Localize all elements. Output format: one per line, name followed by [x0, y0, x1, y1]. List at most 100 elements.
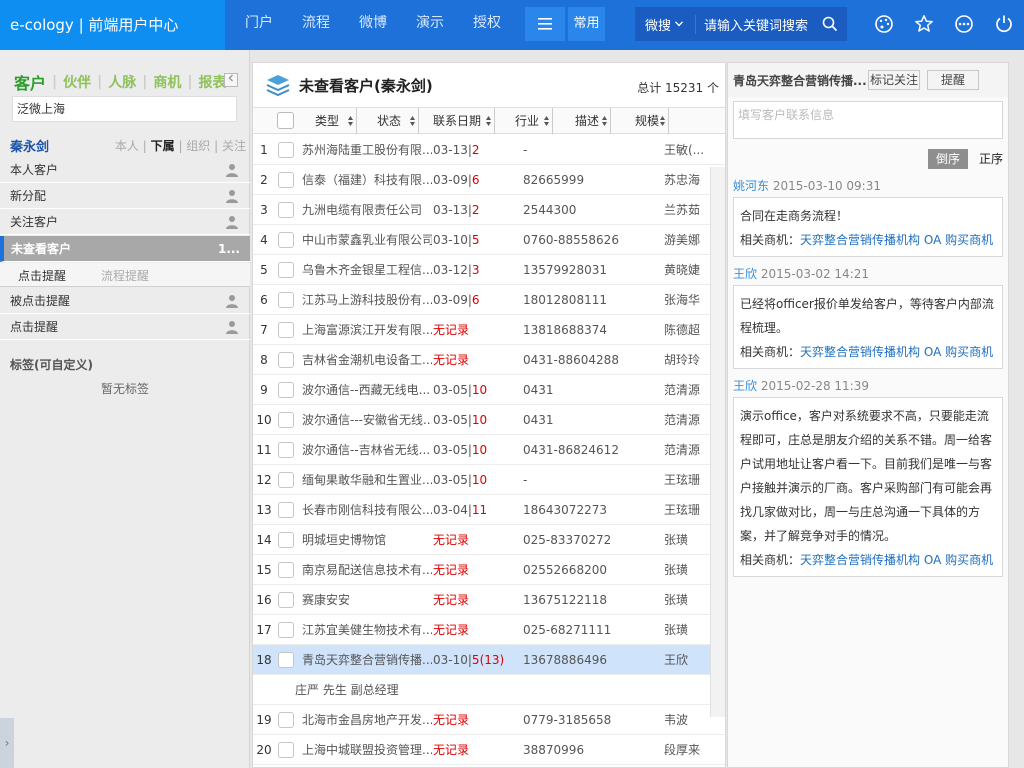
table-row[interactable]: 8 吉林省金潮机电设备工... 无记录 0431-88604288 胡玲玲 [253, 345, 725, 375]
owner[interactable]: 王玹珊 [664, 495, 712, 525]
list-scrollbar[interactable] [710, 167, 725, 717]
nav-workflow[interactable]: 流程 [302, 0, 330, 46]
sidebar-item-my-customers[interactable]: 本人客户 [0, 157, 250, 183]
table-row[interactable]: 18 青岛天弈整合营销传播... 03-10|5(13) 13678886496 王欣 [253, 645, 725, 675]
owner[interactable]: 王玹珊 [664, 465, 712, 495]
customer-name[interactable]: 南京易配送信息技术有... [302, 555, 432, 585]
customer-name[interactable]: 上海富源滨江开发有限... [302, 315, 432, 345]
table-row[interactable]: 20 上海中城联盟投资管理... 无记录 38870996 段厚来 [253, 735, 725, 765]
feed-author[interactable]: 王欣 [733, 379, 757, 393]
more-button[interactable] [952, 12, 976, 36]
col-type[interactable]: 类型 [315, 108, 357, 134]
tab-opportunity[interactable]: 商机 [147, 72, 187, 92]
customer-name[interactable]: 长春市刚信科技有限公... [302, 495, 432, 525]
row-checkbox[interactable] [278, 202, 294, 218]
row-checkbox[interactable] [278, 322, 294, 338]
contact-info-input[interactable]: 填写客户联系信息 [733, 101, 1003, 139]
tab-customer[interactable]: 客户 [14, 70, 52, 94]
row-checkbox[interactable] [278, 712, 294, 728]
sidebar-item-click-remind[interactable]: 点击提醒 [0, 314, 250, 340]
scope-org[interactable]: 组织 [186, 139, 210, 153]
row-checkbox[interactable] [278, 742, 294, 758]
scope-subordinate[interactable]: 下属 [151, 139, 175, 153]
row-checkbox[interactable] [278, 262, 294, 278]
table-row[interactable]: 11 波尔通信--吉林省无线... 03-05|10 0431-86824612 范清源 [253, 435, 725, 465]
row-checkbox[interactable] [278, 622, 294, 638]
owner[interactable]: 胡玲玲 [664, 345, 712, 375]
table-row[interactable]: 12 缅甸果敢华融和生置业... 03-05|10- 王玹珊 [253, 465, 725, 495]
table-row[interactable]: 19 北海市金昌房地产开发... 无记录 0779-3185658 韦波 [253, 705, 725, 735]
customer-name[interactable]: 苏州海陆重工股份有限... [302, 135, 432, 165]
current-user-name[interactable]: 秦永剑 [10, 136, 49, 155]
brand-title[interactable]: e-cology | 前端用户中心 [0, 0, 225, 50]
table-row[interactable]: 5 乌鲁木齐金银星工程信... 03-12|3 13579928031 黄晓婕 [253, 255, 725, 285]
row-checkbox[interactable] [278, 382, 294, 398]
owner[interactable]: 张璜 [664, 585, 712, 615]
owner[interactable]: 黄晓婕 [664, 255, 712, 285]
owner[interactable]: 范清源 [664, 375, 712, 405]
row-checkbox[interactable] [278, 442, 294, 458]
common-button[interactable]: 常用 [568, 7, 605, 41]
collapse-left-button[interactable] [224, 73, 238, 87]
select-all-checkbox[interactable] [277, 112, 294, 129]
tab-partner[interactable]: 伙伴 [57, 72, 97, 92]
row-checkbox[interactable] [278, 142, 294, 158]
customer-name[interactable]: 青岛天弈整合营销传播... [302, 645, 432, 675]
table-row[interactable]: 10 波尔通信---安徽省无线... 03-05|10 0431 范清源 [253, 405, 725, 435]
table-row[interactable]: 15 南京易配送信息技术有... 无记录 02552668200 张璜 [253, 555, 725, 585]
sidebar-item-clicked-remind[interactable]: 被点击提醒 [0, 288, 250, 314]
customer-name[interactable]: 吉林省金潮机电设备工... [302, 345, 432, 375]
scope-follow[interactable]: 关注 [222, 139, 246, 153]
search-scope-select[interactable]: 微搜 [635, 15, 695, 34]
row-checkbox[interactable] [278, 292, 294, 308]
row-checkbox[interactable] [278, 172, 294, 188]
customer-name[interactable]: 信泰（福建）科技有限... [302, 165, 432, 195]
feed-author[interactable]: 王欣 [733, 267, 757, 281]
col-description[interactable]: 描述 [553, 108, 611, 134]
owner[interactable]: 张海华 [664, 285, 712, 315]
owner[interactable]: 张璜 [664, 555, 712, 585]
customer-name[interactable]: 赛康安安 [302, 585, 432, 615]
detail-title[interactable]: 青岛天弈整合营销传播... [733, 72, 867, 89]
owner[interactable]: 段厚来 [664, 735, 712, 765]
row-checkbox[interactable] [278, 562, 294, 578]
row-checkbox[interactable] [278, 532, 294, 548]
customer-name[interactable]: 波尔通信--西藏无线电... [302, 375, 432, 405]
col-scale[interactable]: 规模 [611, 108, 669, 134]
row-checkbox[interactable] [278, 592, 294, 608]
order-asc-button[interactable]: 正序 [974, 149, 1008, 169]
sidebar-item-unviewed[interactable]: 未查看客户 1... [0, 236, 250, 262]
customer-name[interactable]: 上海中城联盟投资管理... [302, 735, 432, 765]
row-checkbox[interactable] [278, 412, 294, 428]
owner[interactable]: 陈德超 [664, 315, 712, 345]
owner[interactable]: 韦波 [664, 705, 712, 735]
owner[interactable]: 范清源 [664, 435, 712, 465]
menu-button[interactable] [525, 7, 565, 41]
feed-related-link[interactable]: 天弈整合营销传播机构 OA 购买商机 [800, 345, 993, 359]
table-row[interactable]: 6 江苏马上游科技股份有... 03-09|6 18012808111 张海华 [253, 285, 725, 315]
customer-name[interactable]: 九洲电缆有限责任公司 [302, 195, 432, 225]
customer-name[interactable]: 波尔通信---安徽省无线... [302, 405, 432, 435]
table-row[interactable]: 17 江苏宜美健生物技术有... 无记录 025-68271111 张璜 [253, 615, 725, 645]
mark-follow-button[interactable]: 标记关注 [868, 70, 920, 90]
customer-name[interactable]: 乌鲁木齐金银星工程信... [302, 255, 432, 285]
table-row[interactable]: 3 九洲电缆有限责任公司 03-13|2 2544300 兰苏茹 [253, 195, 725, 225]
scope-self[interactable]: 本人 [115, 139, 139, 153]
remind-button[interactable]: 提醒 [927, 70, 979, 90]
row-checkbox[interactable] [278, 232, 294, 248]
col-industry[interactable]: 行业 [495, 108, 553, 134]
theme-button[interactable] [872, 12, 896, 36]
owner[interactable]: 苏忠海 [664, 165, 712, 195]
col-contact-date[interactable]: 联系日期 [419, 108, 495, 134]
owner[interactable]: 范清源 [664, 405, 712, 435]
customer-name[interactable]: 江苏马上游科技股份有... [302, 285, 432, 315]
table-row[interactable]: 7 上海富源滨江开发有限... 无记录 13818688374 陈德超 [253, 315, 725, 345]
row-checkbox[interactable] [278, 502, 294, 518]
customer-name[interactable]: 波尔通信--吉林省无线... [302, 435, 432, 465]
expand-handle[interactable]: › [0, 718, 14, 768]
sidebar-item-followed[interactable]: 关注客户 [0, 209, 250, 235]
nav-demo[interactable]: 演示 [416, 0, 444, 46]
sidebar-item-new-assigned[interactable]: 新分配 [0, 183, 250, 209]
owner[interactable]: 王欣 [664, 645, 712, 675]
row-checkbox[interactable] [278, 652, 294, 668]
